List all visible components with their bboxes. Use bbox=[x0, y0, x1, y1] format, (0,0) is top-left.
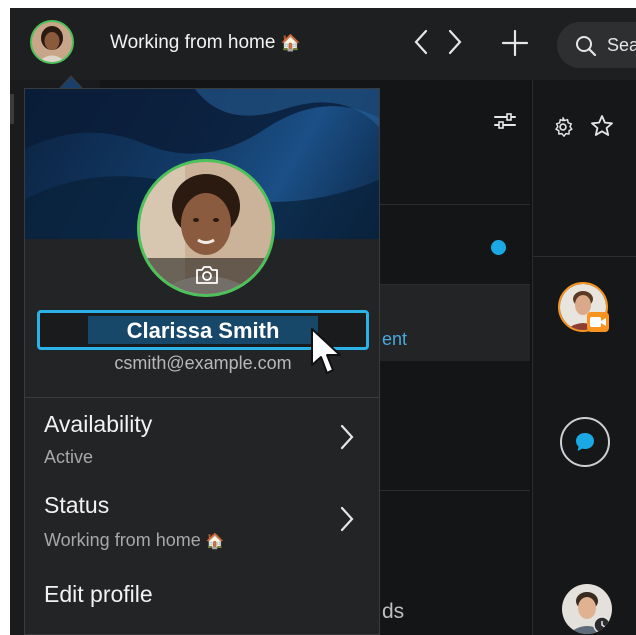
mouse-cursor-icon bbox=[311, 328, 341, 374]
plus-icon[interactable] bbox=[500, 28, 530, 58]
list-item-peek-text: ent bbox=[382, 329, 408, 349]
change-photo-overlay[interactable] bbox=[140, 258, 272, 294]
edit-profile-menu-item[interactable]: Edit profile bbox=[25, 571, 379, 627]
status-label: Status bbox=[44, 492, 110, 518]
filter-icon[interactable] bbox=[494, 112, 516, 130]
search-placeholder: Sea bbox=[607, 35, 636, 55]
app-window: Working from home 🏠 Sea ent ds Clarissa … bbox=[10, 8, 636, 635]
card-divider bbox=[25, 397, 379, 398]
header-status[interactable]: Working from home 🏠 bbox=[110, 32, 301, 54]
contact-avatar-image-2 bbox=[562, 584, 612, 634]
availability-value: Active bbox=[44, 447, 94, 467]
gear-icon[interactable] bbox=[552, 116, 574, 138]
availability-menu-item[interactable]: Availability Active bbox=[25, 399, 379, 477]
contact-avatar-2[interactable] bbox=[562, 584, 612, 634]
pane-divider bbox=[533, 256, 636, 257]
camera-icon bbox=[196, 266, 218, 284]
top-header: Working from home 🏠 Sea bbox=[10, 8, 636, 80]
header-status-text: Working from home bbox=[110, 32, 276, 53]
star-icon[interactable] bbox=[590, 114, 614, 138]
house-emoji-icon: 🏠 bbox=[205, 533, 225, 550]
list-item-peek-text-2: ds bbox=[382, 600, 405, 623]
unread-dot bbox=[491, 240, 506, 255]
status-menu-item[interactable]: Status Working from home 🏠 bbox=[25, 481, 379, 559]
status-value-text: Working from home bbox=[44, 530, 201, 550]
user-avatar-image bbox=[32, 22, 72, 62]
search-icon bbox=[576, 36, 597, 57]
user-avatar-button[interactable] bbox=[30, 20, 74, 64]
search-box[interactable]: Sea bbox=[557, 22, 636, 68]
profile-photo[interactable] bbox=[137, 159, 275, 297]
back-arrow-icon[interactable] bbox=[412, 28, 432, 56]
chevron-right-icon bbox=[340, 506, 354, 532]
status-value: Working from home 🏠 bbox=[44, 530, 224, 551]
chat-bubble-icon bbox=[576, 433, 594, 451]
forward-arrow-icon[interactable] bbox=[444, 28, 464, 56]
right-pane bbox=[532, 80, 636, 635]
video-camera-icon bbox=[587, 312, 609, 332]
availability-label: Availability bbox=[44, 411, 153, 437]
chevron-right-icon bbox=[340, 424, 354, 450]
chat-button[interactable] bbox=[560, 417, 610, 467]
edit-profile-label: Edit profile bbox=[44, 581, 153, 607]
rail-selection-mark bbox=[10, 94, 14, 124]
house-emoji-icon: 🏠 bbox=[280, 35, 301, 52]
